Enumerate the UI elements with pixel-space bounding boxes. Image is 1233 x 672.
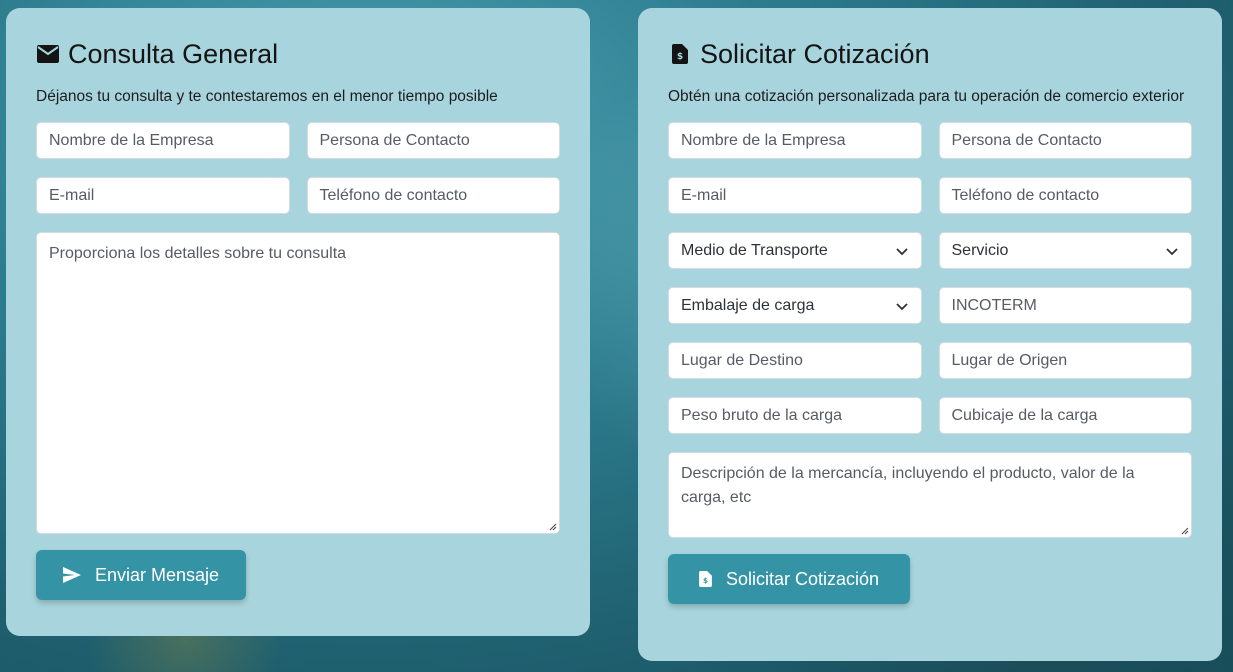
cotizacion-title-text: Solicitar Cotización (700, 38, 930, 69)
consulta-title: Consulta General (36, 38, 560, 70)
resize-grip-icon[interactable] (1179, 525, 1189, 535)
request-quote-label: Solicitar Cotización (725, 568, 880, 589)
resize-grip-icon[interactable] (547, 521, 557, 531)
packing-select[interactable]: Embalaje de carga (668, 287, 922, 324)
details-textarea[interactable]: Proporciona los detalles sobre tu consul… (36, 232, 560, 534)
gross-weight-placeholder: Peso bruto de la carga (681, 406, 842, 424)
description-textarea[interactable]: Descripción de la mercancía, incluyendo … (668, 452, 1192, 538)
transport-select[interactable]: Medio de Transporte (668, 232, 922, 269)
quote-email-placeholder: E-mail (681, 186, 727, 204)
quote-phone-placeholder: Teléfono de contacto (951, 186, 1100, 204)
quote-email-input[interactable]: E-mail (668, 177, 922, 214)
incoterm-input[interactable]: INCOTERM (938, 287, 1192, 324)
chevron-down-icon (895, 247, 908, 255)
service-select[interactable]: Servicio (938, 232, 1192, 269)
send-message-label: Enviar Mensaje (94, 564, 220, 585)
chevron-down-icon (895, 302, 908, 310)
company-name-input[interactable]: Nombre de la Empresa (36, 122, 290, 159)
envelope-icon (36, 42, 60, 66)
chevron-down-icon (1166, 247, 1178, 255)
phone-placeholder: Teléfono de contacto (319, 186, 468, 204)
contact-person-input[interactable]: Persona de Contacto (306, 122, 560, 159)
svg-text:$: $ (703, 576, 708, 585)
consulta-title-text: Consulta General (68, 38, 279, 69)
quote-contact-person-input[interactable]: Persona de Contacto (938, 122, 1192, 159)
quote-company-name-input[interactable]: Nombre de la Empresa (668, 122, 922, 159)
origin-input[interactable]: Lugar de Origen (938, 342, 1192, 379)
destination-input[interactable]: Lugar de Destino (668, 342, 922, 379)
cotizacion-card: $ Solicitar Cotización Obtén una cotizac… (638, 8, 1222, 661)
cotizacion-subtitle: Obtén una cotización personalizada para … (668, 88, 1185, 105)
email-placeholder: E-mail (49, 186, 95, 204)
request-quote-button[interactable]: $ Solicitar Cotización (668, 554, 910, 604)
transport-select-value: Medio de Transporte (681, 241, 828, 259)
packing-select-value: Embalaje de carga (681, 296, 815, 314)
phone-input[interactable]: Teléfono de contacto (306, 177, 560, 214)
quote-phone-input[interactable]: Teléfono de contacto (938, 177, 1192, 214)
invoice-icon: $ (668, 42, 692, 66)
send-message-button[interactable]: Enviar Mensaje (36, 550, 246, 600)
volume-placeholder: Cubicaje de la carga (951, 406, 1098, 424)
svg-text:$: $ (677, 52, 683, 62)
consulta-general-card: Consulta General Déjanos tu consulta y t… (6, 8, 590, 636)
cotizacion-title: $ Solicitar Cotización (668, 38, 1192, 70)
quote-contact-person-placeholder: Persona de Contacto (951, 131, 1102, 149)
send-icon (62, 567, 81, 583)
consulta-subtitle: Déjanos tu consulta y te contestaremos e… (36, 88, 498, 105)
gross-weight-input[interactable]: Peso bruto de la carga (668, 397, 922, 434)
contact-person-placeholder: Persona de Contacto (319, 131, 470, 149)
incoterm-placeholder: INCOTERM (951, 296, 1037, 314)
destination-placeholder: Lugar de Destino (681, 351, 803, 369)
email-input[interactable]: E-mail (36, 177, 290, 214)
invoice-icon: $ (699, 571, 712, 587)
quote-company-name-placeholder: Nombre de la Empresa (681, 131, 846, 149)
service-select-value: Servicio (951, 241, 1009, 259)
origin-placeholder: Lugar de Origen (951, 351, 1068, 369)
details-placeholder: Proporciona los detalles sobre tu consul… (49, 245, 347, 262)
description-placeholder: Descripción de la mercancía, incluyendo … (681, 465, 1135, 506)
volume-input[interactable]: Cubicaje de la carga (938, 397, 1192, 434)
company-name-placeholder: Nombre de la Empresa (49, 131, 214, 149)
